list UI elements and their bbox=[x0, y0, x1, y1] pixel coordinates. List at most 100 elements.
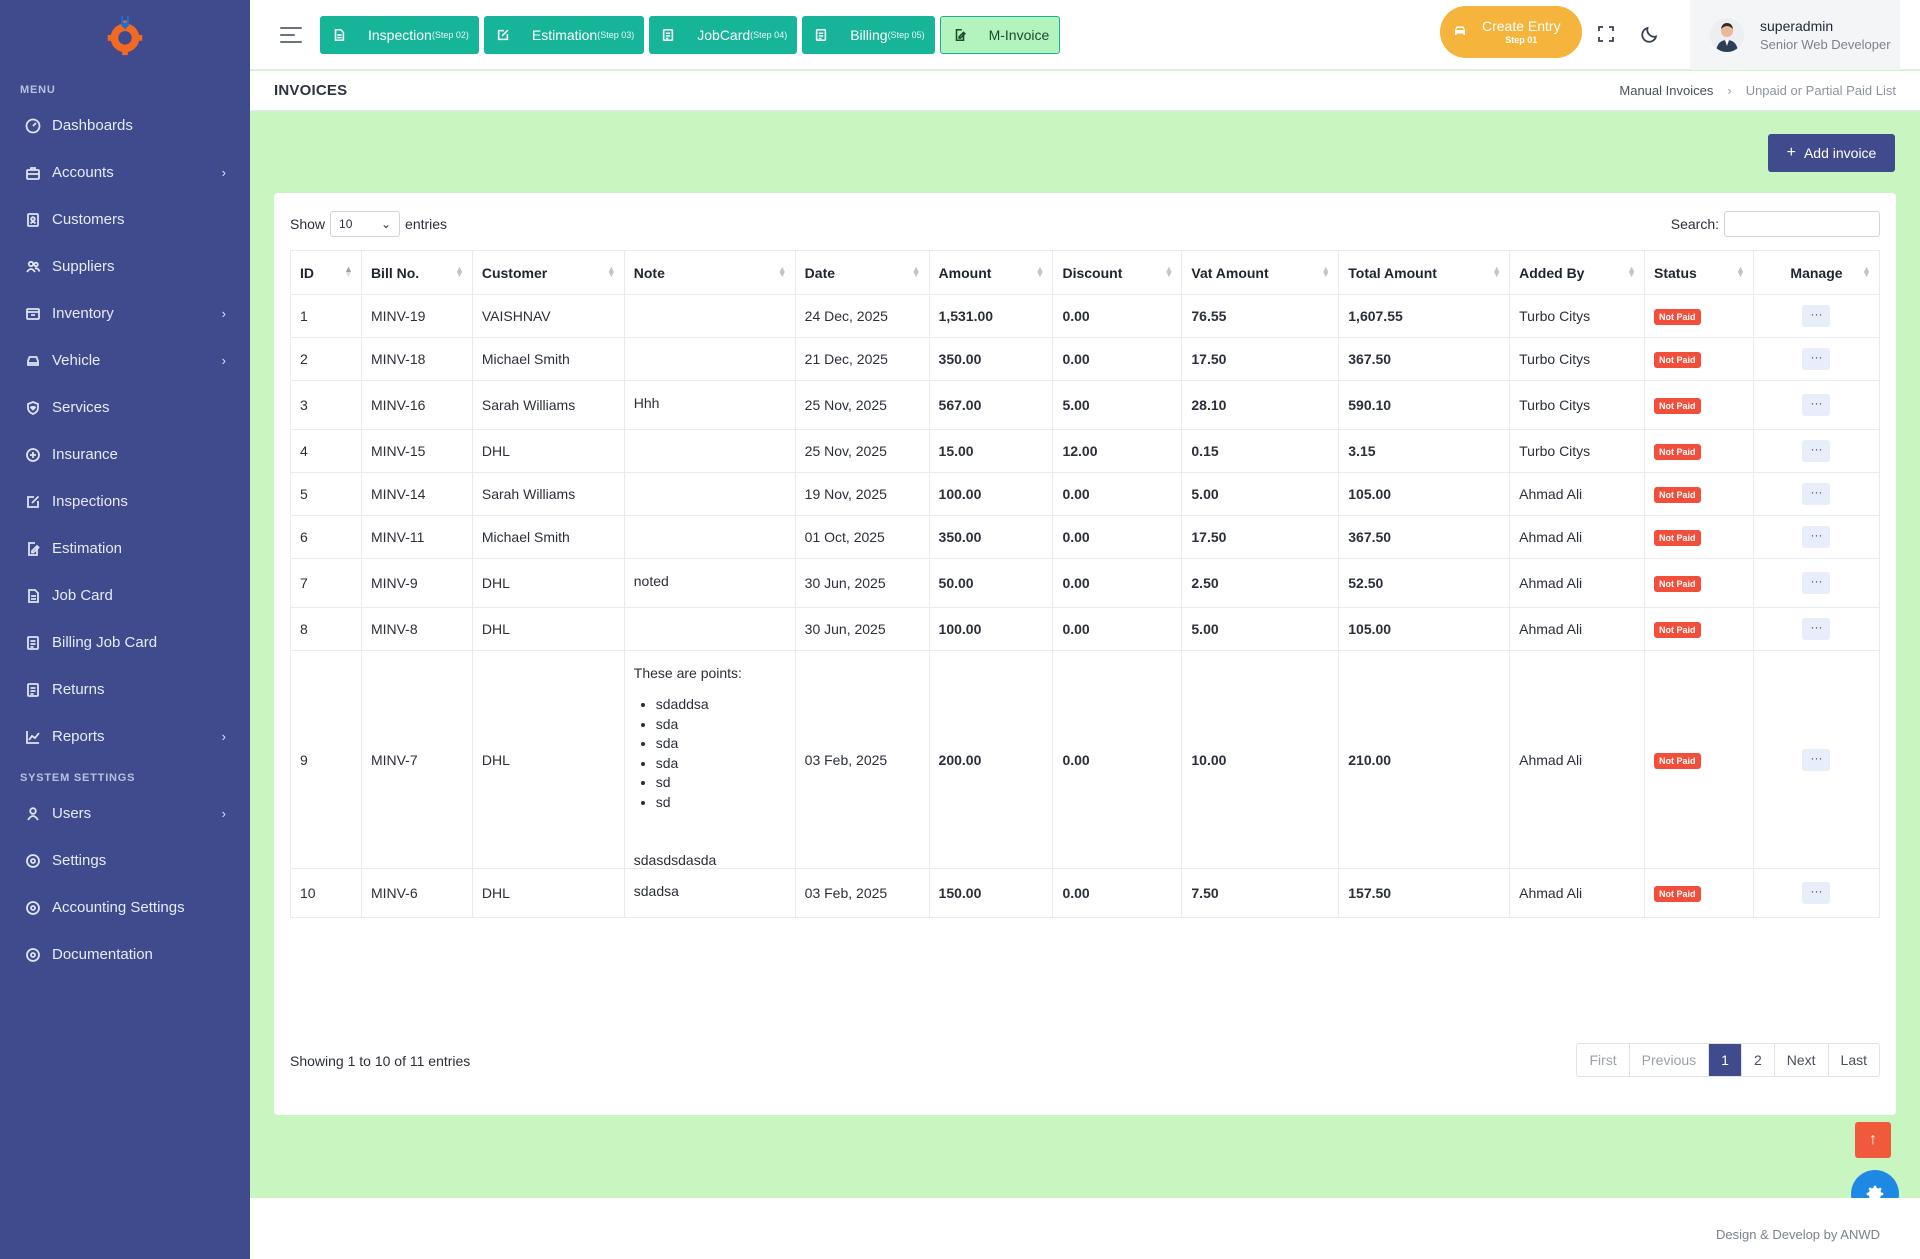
manage-more-button[interactable]: ··· bbox=[1802, 618, 1831, 640]
sort-icon: ▲ ▼ bbox=[1492, 264, 1502, 279]
column-header-id[interactable]: ID ▲ ▼ bbox=[290, 250, 362, 295]
column-header-label: Manage bbox=[1790, 264, 1843, 281]
chevron-right-icon: › bbox=[221, 729, 226, 744]
step-button-inspection[interactable]: Inspection (Step 02) bbox=[320, 15, 479, 54]
column-header-amount[interactable]: Amount ▲ ▼ bbox=[928, 250, 1054, 295]
dark-mode-moon-icon[interactable] bbox=[1640, 24, 1660, 44]
sidebar-item-settings[interactable]: Settings bbox=[0, 837, 250, 884]
note-list-item: sda bbox=[656, 734, 786, 754]
cell-amount: 567.00 bbox=[928, 380, 1054, 430]
cell-status: Not Paid bbox=[1644, 429, 1754, 473]
page-title: INVOICES bbox=[274, 82, 348, 99]
column-header-date[interactable]: Date ▲ ▼ bbox=[794, 250, 930, 295]
pagination-previous[interactable]: Previous bbox=[1628, 1044, 1708, 1076]
footer: Design & Develop by ANWD bbox=[250, 1198, 1920, 1259]
sidebar-item-users[interactable]: Users › bbox=[0, 790, 250, 837]
sidebar-item-label: Returns bbox=[52, 681, 105, 698]
sidebar-item-documentation[interactable]: Documentation bbox=[0, 931, 250, 978]
shield-heart-icon bbox=[25, 400, 41, 416]
sidebar-item-inventory[interactable]: Inventory › bbox=[0, 290, 250, 337]
cell-bill-no: MINV-16 bbox=[360, 380, 473, 430]
sidebar-item-customers[interactable]: Customers bbox=[0, 196, 250, 243]
breadcrumb-parent[interactable]: Manual Invoices bbox=[1619, 83, 1713, 98]
column-header-manage[interactable]: Manage ▲ ▼ bbox=[1752, 250, 1881, 295]
step-button-billing[interactable]: Billing (Step 05) bbox=[802, 15, 935, 54]
cell-customer: Michael Smith bbox=[471, 337, 625, 381]
menu-toggle-icon[interactable] bbox=[280, 26, 302, 43]
manage-more-button[interactable]: ··· bbox=[1802, 526, 1831, 548]
sidebar-item-insurance[interactable]: Insurance bbox=[0, 431, 250, 478]
cell-vat-amount: 28.10 bbox=[1181, 380, 1340, 430]
step-button-estimation[interactable]: Estimation (Step 03) bbox=[483, 15, 645, 54]
sidebar-item-estimation[interactable]: Estimation bbox=[0, 525, 250, 572]
column-header-vat-amount[interactable]: Vat Amount ▲ ▼ bbox=[1181, 250, 1340, 295]
cell-vat-amount: 17.50 bbox=[1181, 515, 1340, 559]
column-header-status[interactable]: Status ▲ ▼ bbox=[1644, 250, 1754, 295]
step-button-jobcard[interactable]: JobCard (Step 04) bbox=[649, 15, 798, 54]
sort-icon: ▲ ▼ bbox=[1164, 264, 1174, 279]
step-label: Billing bbox=[850, 26, 888, 43]
cell-customer: DHL bbox=[471, 868, 625, 918]
sidebar-item-accounting-settings[interactable]: Accounting Settings bbox=[0, 884, 250, 931]
sidebar-item-inspections[interactable]: Inspections bbox=[0, 478, 250, 525]
manage-more-button[interactable]: ··· bbox=[1802, 483, 1831, 505]
column-header-customer[interactable]: Customer ▲ ▼ bbox=[471, 250, 625, 295]
cell-manage: ··· bbox=[1752, 294, 1881, 338]
manage-more-button[interactable]: ··· bbox=[1802, 572, 1831, 594]
scroll-to-top-button[interactable]: ↑ bbox=[1855, 1122, 1891, 1158]
user-profile[interactable]: superadmin Senior Web Developer bbox=[1690, 0, 1900, 70]
column-header-added-by[interactable]: Added By ▲ ▼ bbox=[1509, 250, 1646, 295]
step-button-m-invoice[interactable]: M-Invoice bbox=[939, 15, 1061, 54]
column-header-discount[interactable]: Discount ▲ ▼ bbox=[1052, 250, 1183, 295]
app-logo[interactable] bbox=[0, 0, 250, 70]
arrow-up-icon: ↑ bbox=[1869, 1131, 1877, 1148]
cell-customer: Sarah Williams bbox=[471, 380, 625, 430]
status-badge: Not Paid bbox=[1654, 886, 1701, 902]
cell-customer: DHL bbox=[471, 607, 625, 651]
column-header-label: Date bbox=[804, 264, 836, 281]
manage-more-button[interactable]: ··· bbox=[1802, 440, 1831, 462]
sidebar: MENU Dashboards Accounts › Customers Supplie… bbox=[0, 0, 250, 1259]
cell-added-by: Ahmad Ali bbox=[1509, 868, 1646, 918]
manage-more-button[interactable]: ··· bbox=[1802, 394, 1831, 416]
cell-added-by: Ahmad Ali bbox=[1509, 472, 1646, 516]
sidebar-item-job-card[interactable]: Job Card bbox=[0, 572, 250, 619]
sidebar-item-accounts[interactable]: Accounts › bbox=[0, 149, 250, 196]
search-input[interactable] bbox=[1724, 211, 1880, 237]
column-header-bill-no[interactable]: Bill No. ▲ ▼ bbox=[360, 250, 473, 295]
sidebar-item-billing-job-card[interactable]: Billing Job Card bbox=[0, 619, 250, 666]
settings-icon bbox=[25, 947, 41, 963]
table-row: 2 MINV-18 Michael Smith 21 Dec, 2025 350.00 0… bbox=[290, 337, 1881, 381]
cell-total-amount: 105.00 bbox=[1338, 472, 1511, 516]
table-row: 8 MINV-8 DHL 30 Jun, 2025 100.00 0.00 5.00 105.… bbox=[290, 607, 1881, 651]
pagination-next[interactable]: Next bbox=[1773, 1044, 1828, 1076]
sort-icon: ▲ ▼ bbox=[1321, 264, 1331, 279]
create-entry-button[interactable]: Create Entry Step 01 bbox=[1440, 6, 1582, 58]
sidebar-item-services[interactable]: Services bbox=[0, 384, 250, 431]
sidebar-item-label: Job Card bbox=[52, 587, 113, 604]
sidebar-item-suppliers[interactable]: Suppliers bbox=[0, 243, 250, 290]
entries-select[interactable]: 10 ⌄ bbox=[330, 211, 401, 237]
manage-more-button[interactable]: ··· bbox=[1802, 348, 1831, 370]
column-header-total-amount[interactable]: Total Amount ▲ ▼ bbox=[1338, 250, 1511, 295]
manage-more-button[interactable]: ··· bbox=[1802, 882, 1831, 904]
add-invoice-button[interactable]: + Add invoice bbox=[1768, 134, 1895, 172]
manage-more-button[interactable]: ··· bbox=[1802, 305, 1831, 327]
user-icon bbox=[25, 806, 41, 822]
pagination-page-1[interactable]: 1 bbox=[1708, 1044, 1741, 1076]
manage-more-button[interactable]: ··· bbox=[1802, 748, 1831, 771]
cell-discount: 0.00 bbox=[1052, 294, 1183, 338]
sidebar-item-reports[interactable]: Reports › bbox=[0, 713, 250, 760]
sidebar-item-vehicle[interactable]: Vehicle › bbox=[0, 337, 250, 384]
sidebar-item-dashboards[interactable]: Dashboards bbox=[0, 102, 250, 149]
pagination-last[interactable]: Last bbox=[1827, 1044, 1879, 1076]
fullscreen-icon[interactable] bbox=[1596, 24, 1616, 44]
column-header-note[interactable]: Note ▲ ▼ bbox=[623, 250, 796, 295]
cell-total-amount: 3.15 bbox=[1338, 429, 1511, 473]
insurance-icon bbox=[25, 447, 41, 463]
sidebar-item-returns[interactable]: Returns bbox=[0, 666, 250, 713]
table-header-row: ID ▲ ▼ Bill No. ▲ ▼ Customer ▲ ▼ Note ▲ ▼ Date ▲ ▼ Amou… bbox=[290, 250, 1881, 295]
pagination-page-2[interactable]: 2 bbox=[1740, 1044, 1774, 1076]
pagination-first[interactable]: First bbox=[1577, 1044, 1628, 1076]
cell-discount: 5.00 bbox=[1052, 380, 1183, 430]
